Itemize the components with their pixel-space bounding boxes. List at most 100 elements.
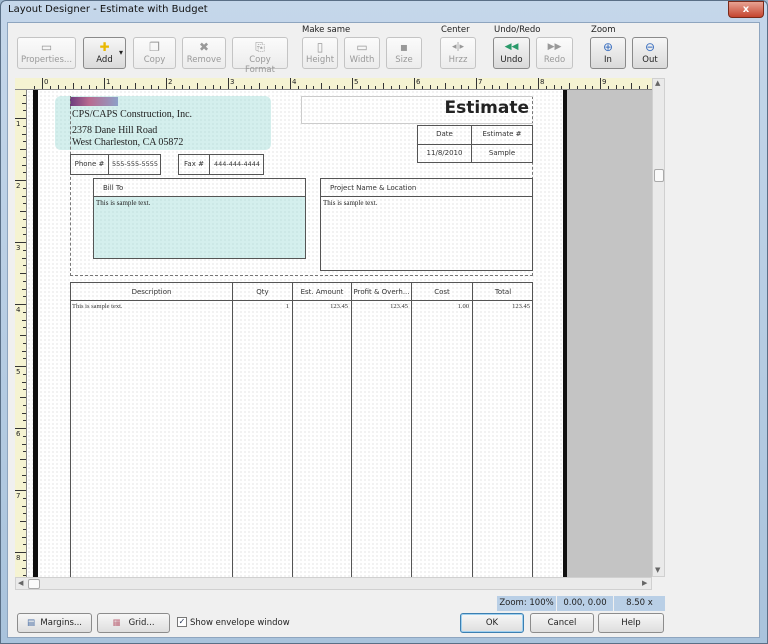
ruler-tick xyxy=(15,242,26,243)
horizontal-scroll-thumb[interactable] xyxy=(28,579,40,589)
hrzz-button[interactable]: ◂|▸ Hrzz xyxy=(440,37,476,69)
ruler-tick xyxy=(23,466,26,468)
size-button[interactable]: ▪ Size xyxy=(386,37,422,69)
ruler-tick xyxy=(460,85,462,89)
height-button[interactable]: ▯ Height xyxy=(302,37,338,69)
scroll-down-arrow-icon[interactable]: ▼ xyxy=(655,566,660,574)
scroll-right-arrow-icon[interactable]: ▶ xyxy=(642,579,647,587)
add-dropdown-arrow-icon[interactable]: ▾ xyxy=(119,48,123,57)
ruler-label: 6 xyxy=(16,430,21,438)
ruler-tick xyxy=(398,85,400,89)
status-zoom: Zoom: 100% xyxy=(497,596,557,611)
column-divider xyxy=(351,282,352,577)
ruler-tick xyxy=(22,164,26,166)
column-header[interactable]: Profit & Overh... xyxy=(352,288,411,296)
show-envelope-label[interactable]: Show envelope window xyxy=(190,618,290,628)
ruler-tick xyxy=(23,482,26,484)
column-divider xyxy=(232,282,233,577)
grid-label: Grid... xyxy=(128,618,155,628)
in-button[interactable]: ⊕ In xyxy=(590,37,626,69)
add-button[interactable]: ✚ Add ▾ xyxy=(83,37,126,69)
ruler-tick xyxy=(22,133,26,135)
ruler-tick xyxy=(375,86,377,89)
ruler-tick xyxy=(23,265,26,267)
column-header[interactable]: Est. Amount xyxy=(293,288,351,296)
ok-button[interactable]: OK xyxy=(460,613,524,633)
ruler-tick xyxy=(344,86,346,89)
project-label: Project Name & Location xyxy=(330,184,417,192)
ruler-tick xyxy=(23,234,26,236)
ruler-tick xyxy=(615,85,617,89)
ruler-tick xyxy=(228,78,229,89)
scroll-up-arrow-icon[interactable]: ▲ xyxy=(655,79,660,87)
toolbar-button-label: Copy xyxy=(143,55,166,65)
width-button[interactable]: ▭ Width xyxy=(344,37,380,69)
ruler-tick xyxy=(15,428,26,429)
ruler-tick xyxy=(359,86,361,89)
ruler-tick xyxy=(445,83,446,89)
column-header[interactable]: Cost xyxy=(412,288,472,296)
close-button[interactable]: x xyxy=(728,1,764,18)
cancel-button[interactable]: Cancel xyxy=(530,613,594,633)
vertical-scroll-thumb[interactable] xyxy=(654,169,664,182)
ruler-tick xyxy=(15,118,26,119)
ruler-tick xyxy=(15,366,26,367)
ruler-label: 3 xyxy=(16,244,21,252)
column-header[interactable]: Description xyxy=(71,288,232,296)
help-button[interactable]: Help xyxy=(598,613,664,633)
ruler-tick xyxy=(576,86,578,89)
zoom-out-icon: ⊖ xyxy=(644,40,656,54)
form-title[interactable]: Estimate xyxy=(427,98,529,118)
ruler-tick xyxy=(23,528,26,530)
toolbar-button-label: Out xyxy=(642,55,658,65)
ruler-tick xyxy=(23,373,26,375)
table-cell: 123.45 xyxy=(330,303,348,310)
column-header[interactable]: Total xyxy=(473,288,533,296)
zoom-in-icon: ⊕ xyxy=(602,40,614,54)
undo-button[interactable]: ◀◀ Undo xyxy=(493,37,530,69)
margins-button[interactable]: ▤ Margins... xyxy=(17,613,92,633)
ruler-tick xyxy=(631,83,632,89)
grid-button[interactable]: ▦ Grid... xyxy=(97,613,170,633)
properties-icon: ▭ xyxy=(40,40,53,54)
redo-button[interactable]: ▶▶ Redo xyxy=(536,37,573,69)
ruler-tick xyxy=(22,412,26,414)
line-items-table[interactable] xyxy=(70,282,533,577)
ruler-tick xyxy=(23,141,26,143)
ruler-tick xyxy=(23,451,26,453)
ruler-tick xyxy=(507,83,508,89)
ruler-tick xyxy=(600,78,601,89)
ruler-tick xyxy=(20,273,26,274)
design-canvas[interactable]: CPS/CAPS Construction, Inc. 2378 Dane Hi… xyxy=(27,90,652,577)
estimate-number-value: Sample xyxy=(488,149,516,157)
column-header[interactable]: Qty xyxy=(233,288,292,296)
ruler-tick xyxy=(197,83,198,89)
ruler-tick xyxy=(282,86,284,89)
copy-button[interactable]: ❐ Copy xyxy=(133,37,176,69)
column-divider xyxy=(411,282,412,577)
ruler-tick xyxy=(22,288,26,290)
vertical-scrollbar[interactable]: ▲ ▼ xyxy=(652,78,665,577)
ruler-label: 4 xyxy=(16,306,21,314)
ruler-tick xyxy=(23,94,26,96)
scroll-left-arrow-icon[interactable]: ◀ xyxy=(18,579,23,587)
toolbar-button-label: Hrzz xyxy=(448,55,468,65)
copy-format-button[interactable]: ⎘ Copy Format xyxy=(232,37,288,75)
properties-button[interactable]: ▭ Properties... xyxy=(17,37,76,69)
toolbar-button-label: Copy Format xyxy=(245,55,275,75)
ruler-tick xyxy=(23,125,26,127)
horizontal-scrollbar[interactable]: ◀ ▶ xyxy=(15,577,652,590)
ruler-tick xyxy=(336,85,338,89)
out-button[interactable]: ⊖ Out xyxy=(632,37,668,69)
ruler-label: 7 xyxy=(478,78,483,86)
ruler-tick xyxy=(173,86,175,89)
show-envelope-checkbox[interactable]: ✓ xyxy=(177,617,187,627)
ruler-tick xyxy=(20,397,26,398)
ruler-tick xyxy=(367,85,369,89)
remove-button[interactable]: ✖ Remove xyxy=(182,37,226,69)
ruler-tick xyxy=(23,435,26,437)
ruler-tick xyxy=(15,304,26,305)
table-cell: 1 xyxy=(285,303,289,310)
fax-label: Fax # xyxy=(184,160,204,168)
toolbar-button-label: Width xyxy=(349,55,375,65)
